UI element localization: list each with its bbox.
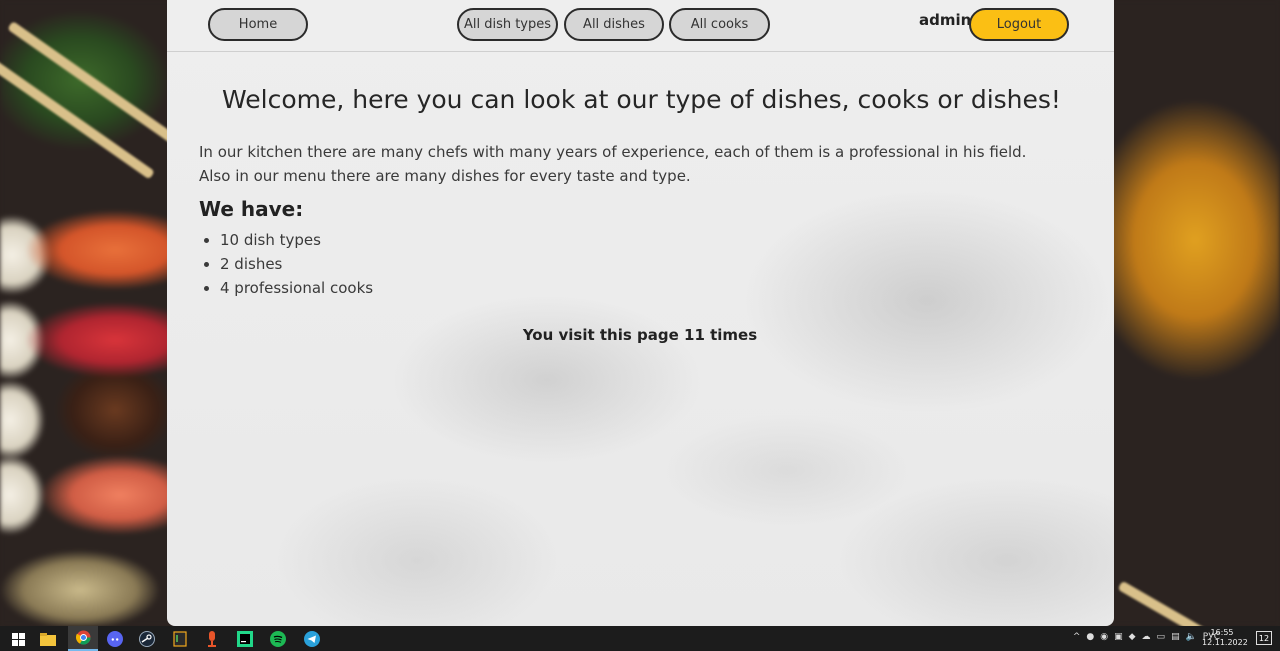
all-dish-types-button[interactable]: All dish types — [457, 8, 558, 41]
notifications-icon[interactable]: 12 — [1256, 631, 1272, 645]
globe-icon[interactable]: ● — [1086, 632, 1094, 642]
battery-icon[interactable]: ▭ — [1157, 632, 1166, 642]
cloud-icon[interactable]: ☁ — [1142, 632, 1151, 642]
list-item: 2 dishes — [220, 252, 373, 276]
system-tray: ^ ● ◉ ▣ ◆ ☁ ▭ ▤ 🔈 РУС — [1073, 632, 1220, 642]
notification-count: 12 — [1258, 633, 1270, 643]
discord-icon[interactable] — [105, 629, 125, 649]
list-item: 4 professional cooks — [220, 276, 373, 300]
windows-start-icon[interactable] — [8, 629, 28, 649]
steam-tray-icon[interactable]: ◆ — [1129, 632, 1136, 642]
spotify-icon[interactable] — [268, 629, 288, 649]
app-tray-icon[interactable]: ▣ — [1114, 632, 1123, 642]
username-label: admin — [919, 11, 972, 29]
steam-icon[interactable] — [137, 629, 157, 649]
chrome-icon[interactable] — [68, 626, 98, 651]
stats-list: 10 dish types 2 dishes 4 professional co… — [220, 228, 373, 300]
home-button[interactable]: Home — [208, 8, 308, 41]
intro-paragraph: In our kitchen there are many chefs with… — [199, 143, 1027, 185]
taskbar: ^ ● ◉ ▣ ◆ ☁ ▭ ▤ 🔈 РУС 16:55 12.11.2022 1… — [0, 626, 1280, 651]
navbar: Home All dish types All dishes All cooks… — [167, 0, 1114, 52]
app-icon[interactable] — [170, 629, 190, 649]
microphone-app-icon[interactable] — [202, 629, 222, 649]
main-card: Home All dish types All dishes All cooks… — [167, 0, 1114, 626]
clock[interactable]: 16:55 12.11.2022 — [1202, 628, 1248, 648]
visit-counter: You visit this page 11 times — [522, 326, 758, 344]
telegram-icon[interactable] — [302, 629, 322, 649]
clock-time: 16:55 — [1210, 628, 1234, 637]
we-have-heading: We have: — [199, 197, 304, 221]
clock-date: 12.11.2022 — [1202, 638, 1248, 647]
file-explorer-icon[interactable] — [38, 629, 58, 649]
pycharm-icon[interactable] — [235, 629, 255, 649]
all-cooks-button[interactable]: All cooks — [669, 8, 770, 41]
list-item: 10 dish types — [220, 228, 373, 252]
page-title: Welcome, here you can look at our type o… — [222, 85, 1061, 114]
all-dishes-button[interactable]: All dishes — [564, 8, 664, 41]
network-icon[interactable]: ▤ — [1171, 632, 1180, 642]
discord-tray-icon[interactable]: ◉ — [1100, 632, 1108, 642]
volume-icon[interactable]: 🔈 — [1186, 632, 1197, 642]
chevron-up-icon[interactable]: ^ — [1073, 632, 1081, 642]
logout-button[interactable]: Logout — [969, 8, 1069, 41]
